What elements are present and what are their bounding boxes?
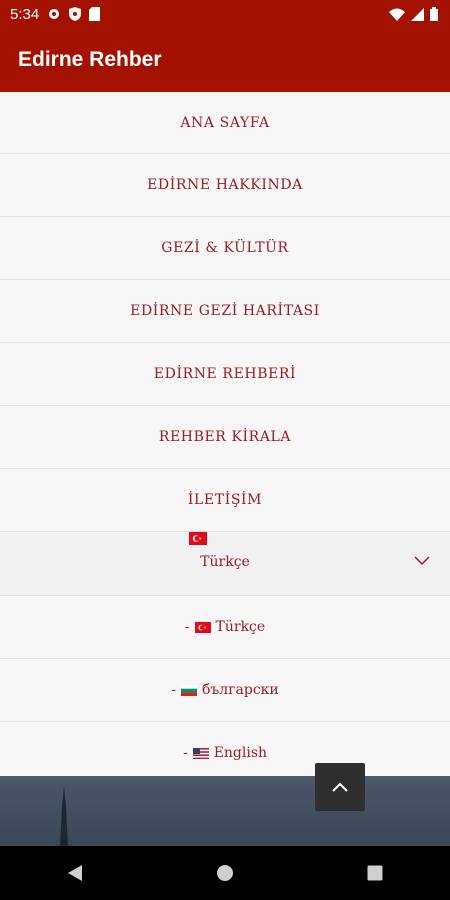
- background-photo: [0, 776, 450, 846]
- sd-card-icon: [89, 7, 101, 21]
- back-icon: [68, 865, 82, 881]
- menu-item-iletisim[interactable]: İLETİŞİM: [0, 469, 450, 532]
- recents-button[interactable]: [345, 853, 405, 893]
- recents-icon: [367, 865, 383, 881]
- language-selector[interactable]: Türkçe: [0, 532, 450, 596]
- app-title: Edirne Rehber: [18, 48, 162, 71]
- option-prefix: -: [184, 619, 190, 635]
- wifi-icon: [389, 8, 405, 21]
- home-button[interactable]: [195, 853, 255, 893]
- option-label: Türkçe: [215, 619, 266, 635]
- bulgaria-flag-icon: [180, 684, 197, 696]
- language-option-bulgarian[interactable]: - български: [0, 659, 450, 722]
- menu-item-rehber-kirala[interactable]: REHBER KİRALA: [0, 406, 450, 469]
- option-prefix: -: [182, 745, 188, 761]
- battery-icon: [430, 7, 438, 21]
- shield-icon: [69, 7, 82, 21]
- menu-item-gezi-kultur[interactable]: GEZİ & KÜLTÜR: [0, 217, 450, 280]
- minaret-silhouette: [60, 786, 68, 846]
- system-nav-bar: [0, 846, 450, 900]
- option-label: български: [201, 682, 279, 698]
- chevron-up-icon: [332, 782, 348, 792]
- gear-icon: [49, 9, 60, 19]
- menu-item-ana-sayfa[interactable]: ANA SAYFA: [0, 92, 450, 154]
- home-icon: [217, 865, 233, 881]
- back-button[interactable]: [45, 853, 105, 893]
- turkey-flag-icon: [194, 621, 211, 633]
- signal-icon: [411, 7, 424, 21]
- option-prefix: -: [171, 682, 176, 698]
- chevron-down-icon[interactable]: [414, 556, 430, 566]
- scroll-to-top-button[interactable]: [315, 763, 365, 811]
- status-time: 5:34: [10, 5, 40, 23]
- option-label: English: [213, 745, 268, 761]
- nav-menu: ANA SAYFA EDİRNE HAKKINDA GEZİ & KÜLTÜR …: [0, 92, 450, 785]
- language-current: Türkçe: [200, 554, 250, 570]
- menu-item-edirne-hakkinda[interactable]: EDİRNE HAKKINDA: [0, 154, 450, 217]
- menu-item-gezi-haritasi[interactable]: EDİRNE GEZİ HARİTASI: [0, 280, 450, 343]
- menu-item-edirne-rehberi[interactable]: EDİRNE REHBERİ: [0, 343, 450, 406]
- language-option-turkish[interactable]: - Türkçe: [0, 596, 450, 659]
- usa-flag-icon: [192, 747, 209, 759]
- app-bar: Edirne Rehber: [0, 28, 450, 92]
- status-bar: 5:34: [0, 0, 450, 28]
- turkey-flag-icon: [189, 532, 207, 545]
